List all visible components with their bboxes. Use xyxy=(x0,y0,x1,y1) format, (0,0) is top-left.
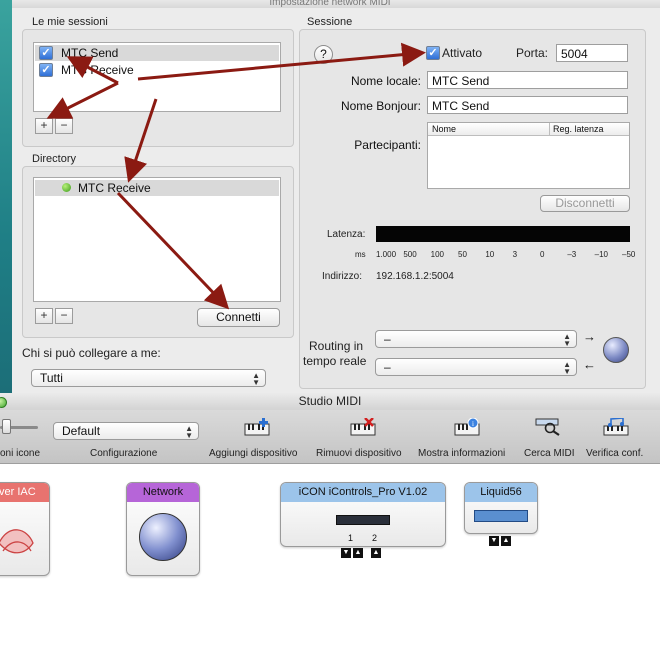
arrow-to-connect xyxy=(116,191,230,310)
arrow-to-enabled xyxy=(137,42,426,81)
arrow-to-directory xyxy=(124,98,158,183)
arrow-to-session xyxy=(66,56,119,85)
arrow-to-add-button xyxy=(46,81,119,119)
annotation-arrows xyxy=(46,42,426,310)
